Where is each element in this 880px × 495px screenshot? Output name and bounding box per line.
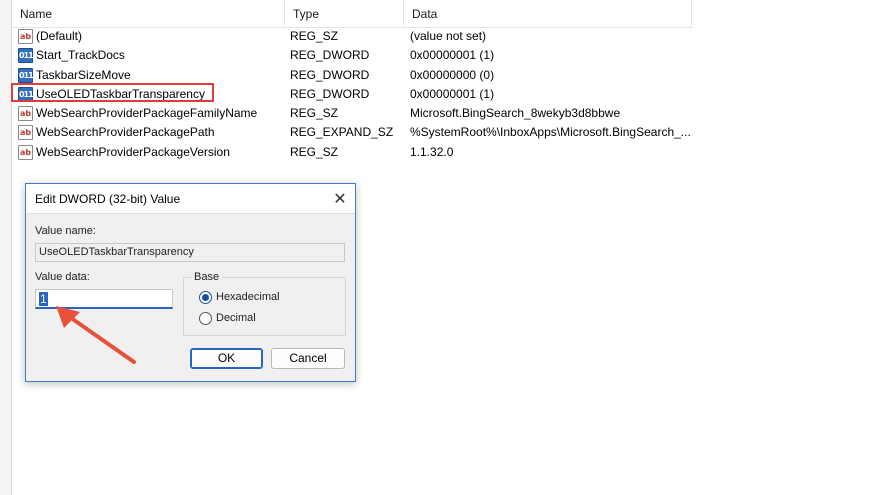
value-type: REG_SZ [290,144,339,159]
close-icon[interactable]: ✕ [326,185,354,213]
string-value-icon: ab [18,144,33,160]
value-data-text[interactable]: 1 [39,292,48,306]
value-name: WebSearchProviderPackageVersion [36,144,230,159]
decimal-label[interactable]: Decimal [216,312,256,324]
value-data: %SystemRoot%\InboxApps\Microsoft.BingSea… [410,125,691,140]
dialog-title-bar[interactable]: Edit DWORD (32-bit) Value ✕ [26,184,355,214]
cancel-button[interactable]: Cancel [271,348,345,369]
string-value-icon: ab [18,29,33,44]
value-data: 0x00000001 (1) [410,86,495,101]
value-data: (value not set) [410,29,487,43]
value-name-label: Value name: [35,225,96,237]
value-row[interactable]: ab WebSearchProviderPackagePath REG_EXPAN… [12,123,692,142]
ok-button[interactable]: OK [190,348,263,369]
value-data: Microsoft.BingSearch_8wekyb3d8bbwe [410,106,621,121]
values-list-header: Name Type Data [12,0,692,28]
value-row[interactable]: 011 Start_TrackDocs REG_DWORD 0x00000001 … [12,46,692,65]
value-type: REG_DWORD [290,67,370,82]
base-label: Base [191,271,223,283]
string-value-icon: ab [18,125,33,141]
dword-value-icon: 011 [18,48,34,64]
value-name: WebSearchProviderPackagePath [36,125,215,140]
value-name-field: UseOLEDTaskbarTransparency [35,243,345,262]
value-row-selected[interactable]: 011 UseOLEDTaskbarTransparency REG_DWORD … [12,85,692,104]
value-row[interactable]: ab WebSearchProviderPackageFamilyName REG… [12,104,692,123]
string-value-icon: ab [18,106,33,122]
value-row[interactable]: ab WebSearchProviderPackageVersion REG_SZ… [12,143,692,162]
value-type: REG_DWORD [290,48,370,63]
decimal-radio[interactable] [199,312,212,325]
value-data: 1.1.32.0 [410,144,454,159]
value-data-label: Value data: [35,271,90,283]
value-type: REG_SZ [290,106,339,121]
tree-pane-edge [0,0,12,495]
dialog-title: Edit DWORD (32-bit) Value [35,192,181,206]
column-header-type[interactable]: Type [285,0,404,28]
column-header-name[interactable]: Name [12,0,285,28]
dword-value-icon: 011 [18,67,34,83]
value-data: 0x00000000 (0) [410,67,495,82]
value-row[interactable]: 011 TaskbarSizeMove REG_DWORD 0x00000000 … [12,66,692,85]
value-row[interactable]: ab (Default) REG_SZ (value not set) [12,27,692,46]
value-name: (Default) [36,29,83,43]
annotation-arrow-icon [56,306,136,364]
value-name: Start_TrackDocs [36,48,125,63]
column-header-data[interactable]: Data [404,0,692,28]
value-type: REG_DWORD [290,86,370,101]
value-type: REG_SZ [290,29,339,43]
value-name: TaskbarSizeMove [36,67,131,82]
value-data: 0x00000001 (1) [410,48,495,63]
hexadecimal-radio[interactable] [199,291,212,304]
values-list: ab (Default) REG_SZ (value not set) 011 St… [12,27,692,162]
value-name: WebSearchProviderPackageFamilyName [36,106,258,121]
base-group-box [183,277,346,336]
value-type: REG_EXPAND_SZ [290,125,394,140]
hexadecimal-label[interactable]: Hexadecimal [216,291,280,303]
dword-value-icon: 011 [18,86,34,102]
value-name: UseOLEDTaskbarTransparency [36,86,205,101]
